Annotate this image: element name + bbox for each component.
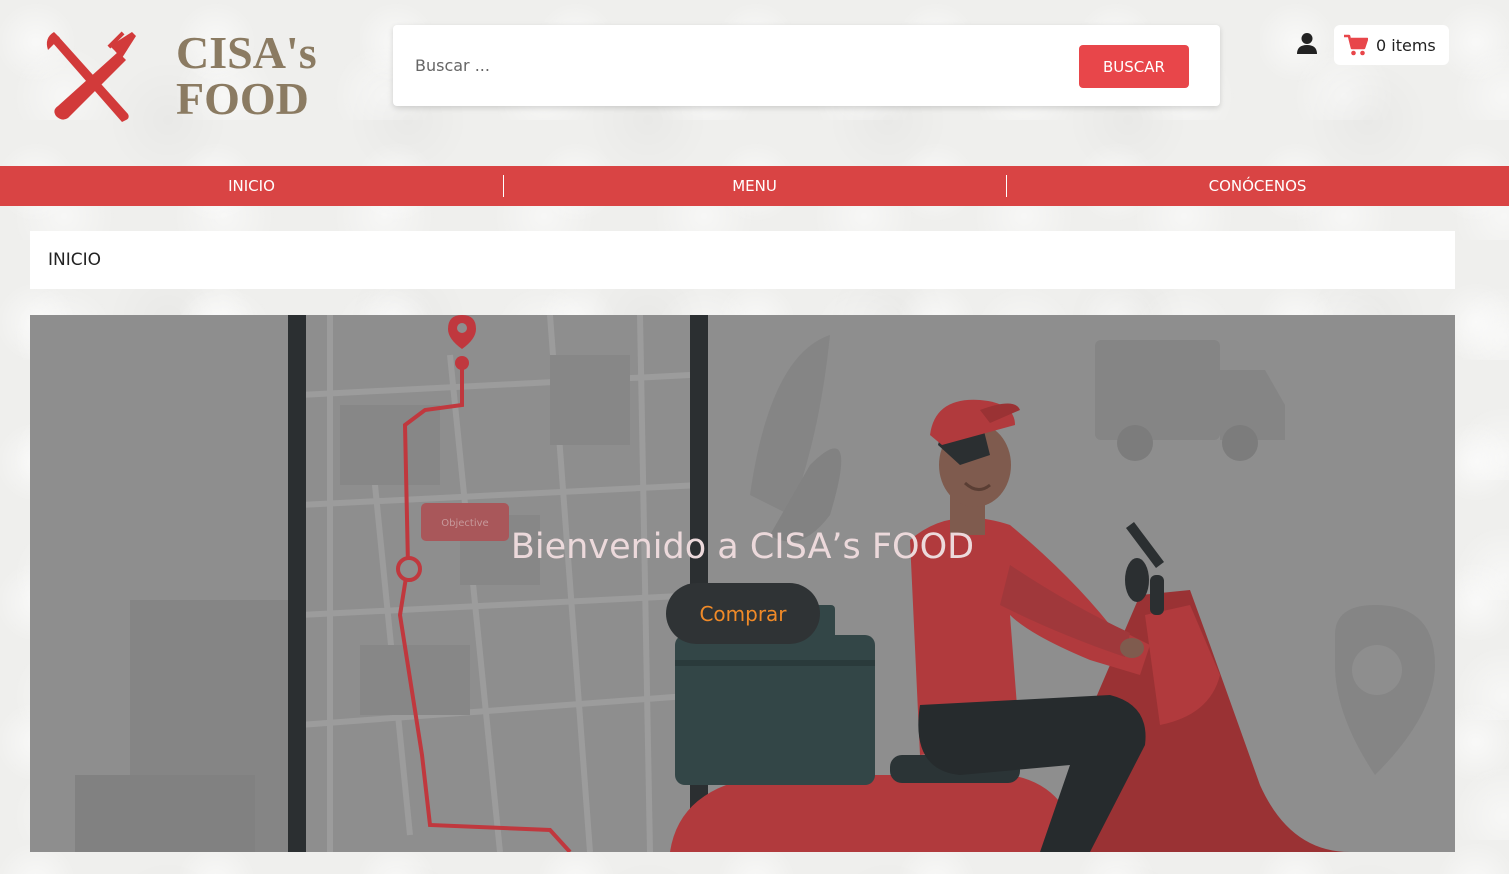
breadcrumb: INICIO [30,231,1455,289]
shopping-cart-icon [1344,34,1368,56]
cart-count: 0 items [1376,35,1436,55]
cart-button[interactable]: 0 items [1334,25,1449,65]
fork-knife-icon [46,24,155,130]
logo-line-1: CISA's [176,27,317,78]
breadcrumb-current: INICIO [48,250,102,270]
brand-logo[interactable]: CISA's FOOD [44,22,334,134]
hero-title: Bienvenido a CISA’s FOOD [510,527,975,567]
search-input[interactable] [415,45,1055,85]
buy-button[interactable]: Comprar [666,583,820,644]
nav-item-inicio[interactable]: INICIO [0,166,503,206]
search-button[interactable]: BUSCAR [1079,45,1189,88]
nav-item-menu[interactable]: MENU [503,166,1006,206]
hero-banner: Objective Bienvenido a CISA’s FOOD Compr… [30,315,1455,852]
main-nav: INICIO MENU CONÓCENOS [0,166,1509,206]
nav-item-conocenos[interactable]: CONÓCENOS [1006,166,1509,206]
logo-line-2: FOOD [176,73,309,124]
search-bar: BUSCAR [393,25,1220,106]
user-icon[interactable] [1296,32,1318,56]
logo-wordmark: CISA's FOOD [176,30,317,122]
